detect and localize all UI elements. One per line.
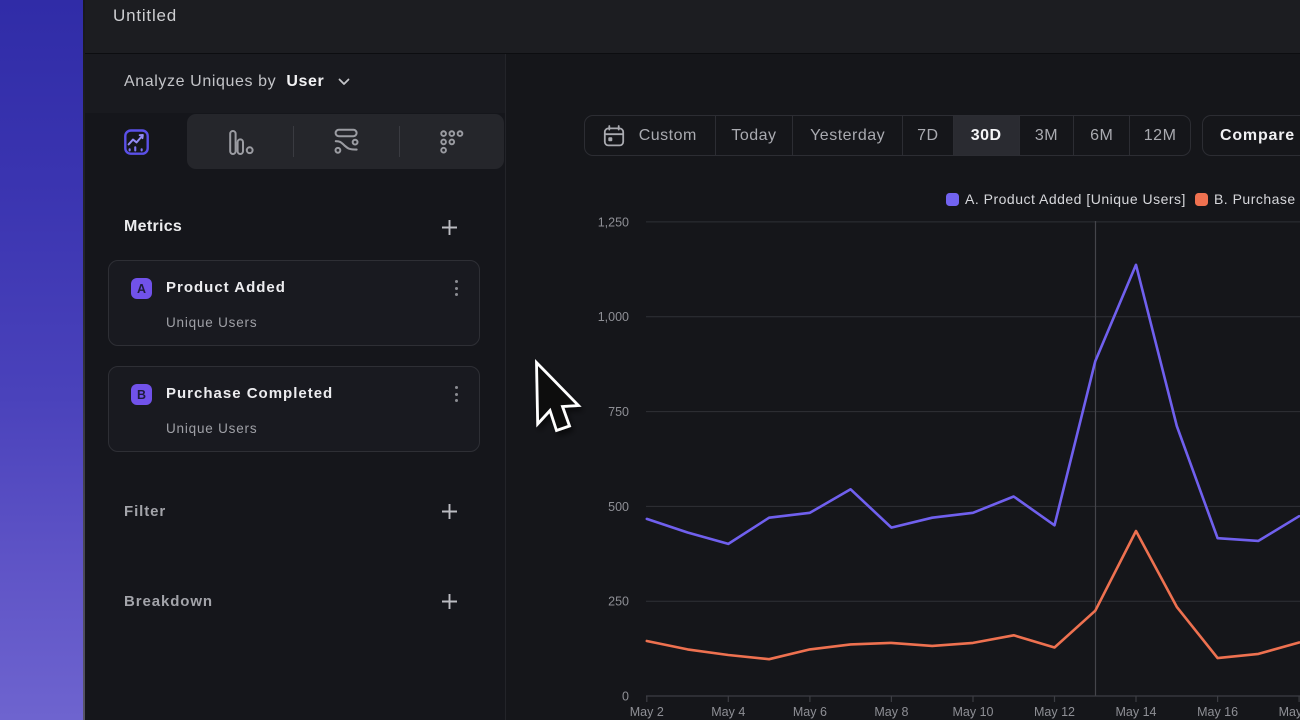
svg-text:May 4: May 4 — [711, 705, 745, 719]
svg-text:May 14: May 14 — [1116, 705, 1157, 719]
svg-text:750: 750 — [608, 405, 629, 419]
svg-text:May 16: May 16 — [1197, 705, 1238, 719]
svg-text:May 2: May 2 — [630, 705, 664, 719]
svg-text:May 18: May 18 — [1279, 705, 1300, 719]
svg-text:1,000: 1,000 — [598, 310, 629, 324]
svg-text:250: 250 — [608, 595, 629, 609]
svg-text:1,250: 1,250 — [598, 215, 629, 229]
svg-text:May 12: May 12 — [1034, 705, 1075, 719]
svg-text:May 6: May 6 — [793, 705, 827, 719]
svg-text:May 10: May 10 — [953, 705, 994, 719]
svg-text:500: 500 — [608, 500, 629, 514]
svg-text:May 8: May 8 — [874, 705, 908, 719]
svg-text:0: 0 — [622, 690, 629, 704]
